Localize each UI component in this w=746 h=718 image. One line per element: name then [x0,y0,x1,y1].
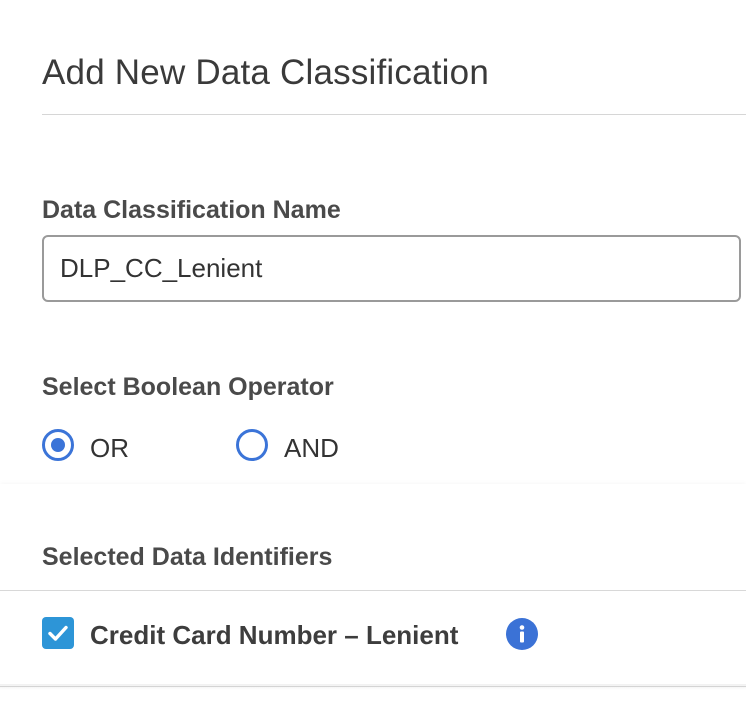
radio-button-or-selected[interactable] [42,429,74,461]
selected-identifiers-label: Selected Data Identifiers [42,543,333,571]
classification-name-label: Data Classification Name [42,196,341,224]
boolean-operator-label: Select Boolean Operator [42,373,334,401]
panel-bottom-shadow [0,684,746,690]
classification-name-input[interactable] [42,235,741,302]
add-data-classification-dialog: Add New Data Classification Data Classif… [0,0,746,718]
checkmark-icon [48,625,68,641]
radio-button-and[interactable] [236,429,268,461]
identifier-name: Credit Card Number – Lenient [90,620,459,650]
dialog-title: Add New Data Classification [42,53,489,92]
identifier-checkbox[interactable] [42,617,74,649]
info-icon[interactable] [506,618,538,650]
radio-label-or: OR [90,433,129,463]
title-divider [42,114,746,115]
radio-label-and: AND [284,433,339,463]
